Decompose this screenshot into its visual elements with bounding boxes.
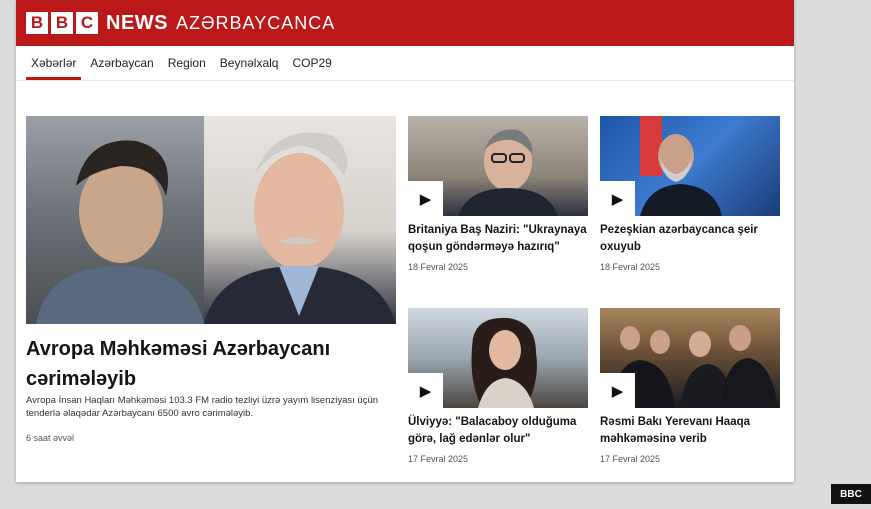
nav-item-azerbaycan[interactable]: Azərbaycan: [83, 56, 160, 80]
play-icon[interactable]: ▶: [600, 373, 635, 408]
logo-block-c: C: [76, 12, 98, 34]
bbc-watermark: BBC: [831, 484, 871, 504]
service-name: AZƏRBAYCANCA: [176, 12, 336, 33]
story-card[interactable]: ▶ Ülviyyə: "Balacaboy olduğuma görə, lağ…: [408, 308, 588, 464]
lead-image-left-photo: [26, 116, 204, 324]
nav-item-cop29[interactable]: COP29: [285, 56, 338, 80]
story-card[interactable]: ▶ Britaniya Baş Naziri: "Ukraynaya qoşun…: [408, 116, 588, 272]
story-thumbnail: ▶: [600, 116, 780, 216]
news-wordmark: NEWS: [106, 11, 168, 34]
story-date: 18 Fevral 2025: [408, 262, 469, 272]
lead-story-timestamp: 6 saat əvvəl: [26, 433, 75, 443]
story-card[interactable]: ▶ Rəsmi Bakı Yerevanı Haaqa məhkəməsinə …: [600, 308, 780, 464]
bbc-logo[interactable]: B B C: [26, 12, 98, 34]
logo-block-b1: B: [26, 12, 48, 34]
lead-story-summary: Avropa İnsan Haqları Məhkəməsi 103.3 FM …: [26, 395, 379, 419]
lead-story-image[interactable]: [26, 116, 396, 324]
play-icon[interactable]: ▶: [408, 373, 443, 408]
lead-image-right-photo: [204, 116, 396, 324]
story-card[interactable]: ▶ Pezeşkian azərbaycanca şeir oxuyub 18 …: [600, 116, 780, 272]
story-thumbnail: ▶: [408, 116, 588, 216]
page-frame: B B C NEWS AZƏRBAYCANCA Xəbərlər Azərbay…: [16, 0, 794, 482]
nav-item-xeberler[interactable]: Xəbərlər: [24, 56, 83, 80]
story-thumbnail: ▶: [600, 308, 780, 408]
logo-block-b2: B: [51, 12, 73, 34]
story-date: 18 Fevral 2025: [600, 262, 661, 272]
story-date: 17 Fevral 2025: [600, 454, 661, 464]
story-thumbnail: ▶: [408, 308, 588, 408]
masthead: B B C NEWS AZƏRBAYCANCA: [16, 0, 794, 46]
nav-item-region[interactable]: Region: [161, 56, 213, 80]
nav-item-beynelxalq[interactable]: Beynəlxalq: [213, 56, 286, 80]
story-date: 17 Fevral 2025: [408, 454, 469, 464]
lead-story-headline[interactable]: Avropa Məhkəməsi Azərbaycanı cərimələyib: [26, 334, 386, 394]
story-headline[interactable]: Pezeşkian azərbaycanca şeir oxuyub: [600, 222, 780, 256]
play-icon[interactable]: ▶: [408, 181, 443, 216]
story-headline[interactable]: Rəsmi Bakı Yerevanı Haaqa məhkəməsinə ve…: [600, 414, 780, 448]
story-headline[interactable]: Britaniya Baş Naziri: "Ukraynaya qoşun g…: [408, 222, 588, 256]
play-icon[interactable]: ▶: [600, 181, 635, 216]
story-headline[interactable]: Ülviyyə: "Balacaboy olduğuma görə, lağ e…: [408, 414, 588, 448]
primary-nav: Xəbərlər Azərbaycan Region Beynəlxalq CO…: [16, 46, 794, 81]
